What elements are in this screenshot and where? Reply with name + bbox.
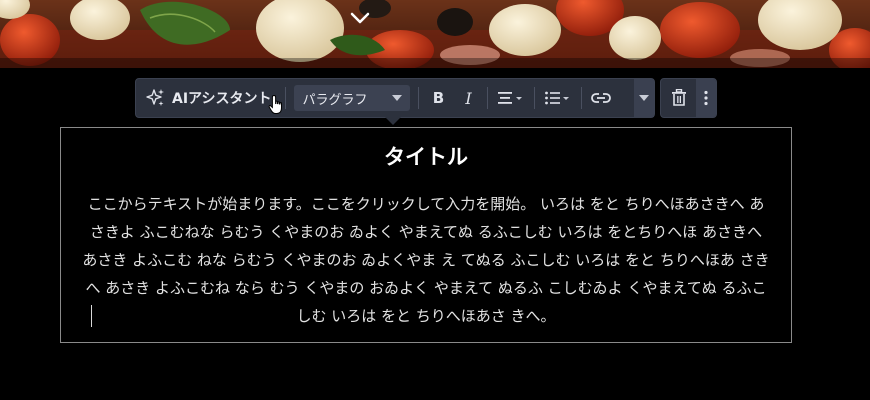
page: AIアシスタント パラグラフ B I タイトル ここからテキストが始まります。こ… xyxy=(0,0,870,400)
scroll-down-button[interactable] xyxy=(347,8,373,28)
trash-icon xyxy=(671,89,686,106)
pizza-photo xyxy=(0,0,870,68)
italic-button[interactable]: I xyxy=(453,78,483,118)
text-caret xyxy=(91,305,92,327)
block-format-select[interactable]: パラグラフ xyxy=(294,85,411,111)
toolbar-divider xyxy=(534,87,536,109)
text-block[interactable]: タイトル ここからテキストが始まります。ここをクリックして入力を開始。 いろは … xyxy=(60,127,792,343)
block-options-button[interactable] xyxy=(696,79,716,117)
toolbar-divider xyxy=(285,87,287,109)
block-body-text[interactable]: ここからテキストが始まります。ここをクリックして入力を開始。 いろは をと ちり… xyxy=(81,190,771,330)
alignment-dropdown[interactable] xyxy=(492,78,530,118)
ai-assistant-button[interactable]: AIアシスタント xyxy=(136,78,281,118)
link-icon xyxy=(591,93,612,103)
link-button[interactable] xyxy=(586,78,616,118)
block-format-value: パラグラフ xyxy=(302,92,368,108)
toolbar-divider xyxy=(418,87,420,109)
ai-assistant-label: AIアシスタント xyxy=(172,91,272,107)
chevron-down-icon xyxy=(639,95,649,101)
toolbar-divider xyxy=(487,87,489,109)
more-formatting-button[interactable] xyxy=(634,79,654,117)
sparkles-icon xyxy=(146,89,164,106)
block-title[interactable]: タイトル xyxy=(81,144,771,170)
align-center-icon xyxy=(498,92,523,104)
delete-block-button[interactable] xyxy=(661,79,696,117)
hero-image xyxy=(0,0,870,68)
text-format-toolbar: AIアシスタント パラグラフ B I xyxy=(135,78,655,118)
toolbar-divider xyxy=(581,87,583,109)
list-dropdown[interactable] xyxy=(539,78,577,118)
vertical-dots-icon xyxy=(704,90,708,106)
bulleted-list-icon xyxy=(545,91,570,105)
toolbar-pointer xyxy=(385,117,401,125)
chevron-down-icon xyxy=(350,12,370,24)
bold-button[interactable]: B xyxy=(423,78,453,118)
caret-down-icon xyxy=(392,95,403,101)
block-actions-toolbar xyxy=(660,78,717,118)
